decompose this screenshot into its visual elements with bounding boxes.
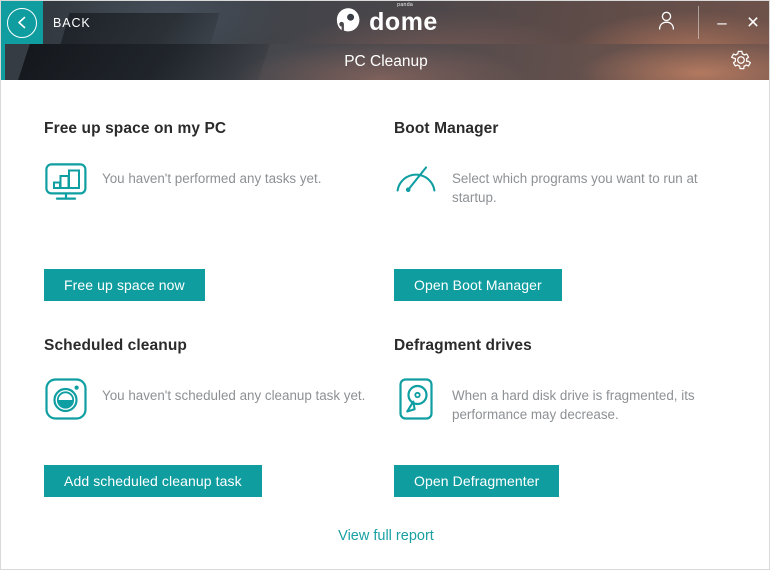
user-icon: [658, 11, 675, 35]
hard-disk-icon: [394, 377, 438, 421]
open-defragmenter-button[interactable]: Open Defragmenter: [394, 465, 560, 497]
gear-icon: [730, 49, 752, 76]
view-full-report-link[interactable]: View full report: [1, 528, 769, 544]
sub-header: [1, 44, 769, 80]
card-title: Defragment drives: [394, 337, 532, 354]
minimize-icon: –: [717, 13, 727, 32]
card-description: Select which programs you want to run at…: [452, 171, 698, 205]
monitor-chart-icon: [44, 160, 88, 204]
add-scheduled-cleanup-task-button[interactable]: Add scheduled cleanup task: [44, 465, 262, 497]
card-boot-manager: Boot Manager Select which programs you w…: [394, 120, 734, 207]
close-button[interactable]: ×: [737, 1, 769, 44]
chevron-left-icon: [7, 7, 37, 38]
card-scheduled-cleanup: Scheduled cleanup You haven't scheduled …: [44, 337, 365, 421]
free-up-space-now-button[interactable]: Free up space now: [44, 269, 205, 301]
settings-button[interactable]: [723, 44, 759, 80]
back-button[interactable]: [1, 1, 43, 44]
title-bar: BACK dome panda – ×: [1, 1, 769, 44]
user-account-button[interactable]: [646, 1, 686, 44]
subheader-background-image: [1, 44, 769, 80]
pc-cleanup-window: BACK dome panda – × PC Cleanup Free up s…: [0, 0, 770, 570]
card-title: Boot Manager: [394, 120, 499, 137]
close-icon: ×: [746, 11, 760, 34]
card-description: When a hard disk drive is fragmented, it…: [452, 388, 695, 422]
card-defragment-drives: Defragment drives When a hard disk drive…: [394, 337, 734, 424]
minimize-button[interactable]: –: [707, 1, 737, 44]
card-title: Scheduled cleanup: [44, 337, 187, 354]
card-title: Free up space on my PC: [44, 120, 227, 137]
main-content: Free up space on my PC You haven't perfo…: [1, 80, 769, 569]
card-description: You haven't performed any tasks yet.: [102, 171, 322, 186]
card-description: You haven't scheduled any cleanup task y…: [102, 388, 366, 403]
gauge-icon: [394, 160, 438, 207]
titlebar-divider: [698, 6, 699, 39]
open-boot-manager-button[interactable]: Open Boot Manager: [394, 269, 562, 301]
card-free-up-space: Free up space on my PC You haven't perfo…: [44, 120, 321, 204]
timer-icon: [44, 377, 88, 421]
back-label: BACK: [53, 15, 91, 30]
subheader-accent-edge: [1, 44, 5, 80]
